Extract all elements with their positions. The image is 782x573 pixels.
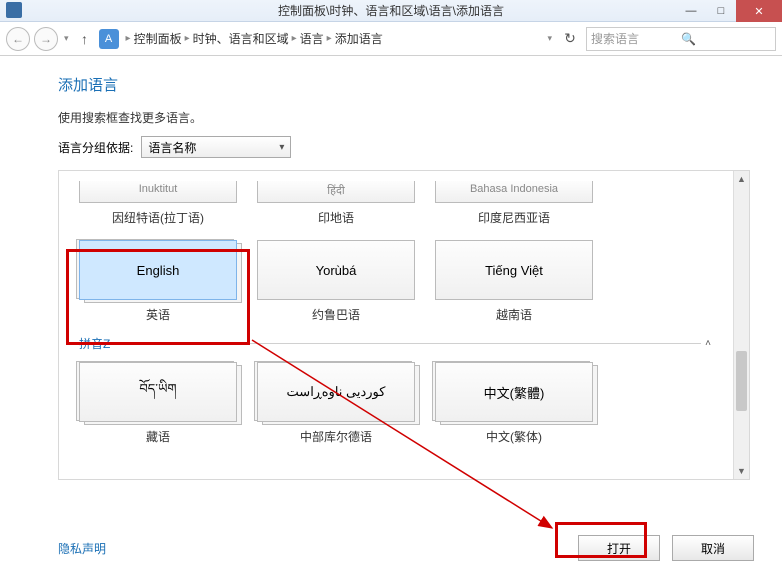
crumb-0[interactable]: 控制面板: [134, 30, 182, 47]
up-button[interactable]: ↑: [75, 29, 95, 49]
lang-tile-vietnamese[interactable]: Tiếng Việt 越南语: [435, 240, 593, 323]
lang-tile-inuktitut[interactable]: Inuktitut 因纽特语(拉丁语): [79, 181, 237, 226]
search-placeholder: 搜索语言: [591, 30, 681, 47]
section-toggle[interactable]: ˄: [701, 338, 715, 349]
close-button[interactable]: ✕: [736, 0, 782, 22]
cancel-button[interactable]: 取消: [672, 535, 754, 561]
scroll-up-icon[interactable]: ▲: [734, 171, 749, 187]
tile-native: Yorùbá: [257, 240, 415, 300]
open-button[interactable]: 打开: [578, 535, 660, 561]
breadcrumb[interactable]: ▸ 控制面板 ▸ 时钟、语言和区域 ▸ 语言 ▸ 添加语言: [123, 30, 542, 47]
tile-native: كوردیی ناوەڕاست: [257, 362, 415, 422]
section-z-label: 拼音Z: [79, 335, 110, 352]
titlebar: 控制面板\时钟、语言和区域\语言\添加语言 — □ ✕: [0, 0, 782, 22]
content: 添加语言 使用搜索框查找更多语言。 语言分组依据: 语言名称 Inuktitut…: [0, 56, 782, 480]
tile-label: 越南语: [496, 306, 532, 323]
lang-row-z: བོད་ཡིག 藏语 كوردیی ناوەڕاست 中部库尔德语 中文(繁體)…: [63, 356, 731, 453]
crumb-dropdown[interactable]: ▾: [545, 33, 554, 44]
tile-label: 中文(繁体): [486, 428, 542, 445]
language-list: Inuktitut 因纽特语(拉丁语) हिंदी 印地语 Bahasa Ind…: [58, 170, 750, 480]
crumb-2[interactable]: 语言: [300, 30, 324, 47]
group-row: 语言分组依据: 语言名称: [58, 136, 750, 158]
tile-label: 印度尼西亚语: [478, 209, 550, 226]
refresh-button[interactable]: ↻: [558, 30, 582, 47]
app-icon: [6, 2, 22, 18]
window-title: 控制面板\时钟、语言和区域\语言\添加语言: [278, 2, 504, 19]
tile-native: हिंदी: [257, 181, 415, 203]
lang-tile-tibetan[interactable]: བོད་ཡིག 藏语: [79, 362, 237, 445]
tile-label: 藏语: [146, 428, 170, 445]
group-label: 语言分组依据:: [58, 139, 133, 156]
lang-row-top: Inuktitut 因纽特语(拉丁语) हिंदी 印地语 Bahasa Ind…: [63, 175, 731, 234]
tile-native: Inuktitut: [79, 181, 237, 203]
maximize-button[interactable]: □: [706, 0, 736, 22]
lang-tile-english[interactable]: English 英语: [79, 240, 237, 323]
crumb-3[interactable]: 添加语言: [335, 30, 383, 47]
page-title: 添加语言: [58, 74, 750, 95]
tile-label: 印地语: [318, 209, 354, 226]
tile-native: 中文(繁體): [435, 362, 593, 422]
tile-native: Tiếng Việt: [435, 240, 593, 300]
search-input[interactable]: 搜索语言 🔍: [586, 27, 776, 51]
minimize-button[interactable]: —: [676, 0, 706, 22]
lang-tile-hindi[interactable]: हिंदी 印地语: [257, 181, 415, 226]
crumb-1[interactable]: 时钟、语言和区域: [193, 30, 289, 47]
tile-label: 英语: [146, 306, 170, 323]
lang-tile-indonesian[interactable]: Bahasa Indonesia 印度尼西亚语: [435, 181, 593, 226]
forward-button[interactable]: →: [34, 27, 58, 51]
location-icon: A: [99, 29, 119, 49]
tile-label: 中部库尔德语: [300, 428, 372, 445]
tip-text: 使用搜索框查找更多语言。: [58, 109, 750, 126]
scrollbar[interactable]: ▲ ▼: [733, 171, 749, 479]
tile-native: Bahasa Indonesia: [435, 181, 593, 203]
lang-tile-chinese-trad[interactable]: 中文(繁體) 中文(繁体): [435, 362, 593, 445]
privacy-link[interactable]: 隐私声明: [58, 540, 106, 557]
group-combo[interactable]: 语言名称: [141, 136, 291, 158]
tile-native: English: [79, 240, 237, 300]
back-button[interactable]: ←: [6, 27, 30, 51]
bottom-bar: 隐私声明 打开 取消: [58, 535, 754, 561]
lang-row-2: English 英语 Yorùbá 约鲁巴语 Tiếng Việt 越南语: [63, 234, 731, 331]
group-combo-value: 语言名称: [148, 139, 196, 156]
tile-native: བོད་ཡིག: [79, 362, 237, 422]
scroll-down-icon[interactable]: ▼: [734, 463, 749, 479]
lang-tile-yoruba[interactable]: Yorùbá 约鲁巴语: [257, 240, 415, 323]
section-z: 拼音Z ˄: [63, 331, 731, 356]
scroll-thumb[interactable]: [736, 351, 747, 411]
tile-label: 因纽特语(拉丁语): [112, 209, 204, 226]
history-dropdown[interactable]: ▾: [62, 33, 71, 44]
search-icon: 🔍: [681, 32, 771, 46]
navbar: ← → ▾ ↑ A ▸ 控制面板 ▸ 时钟、语言和区域 ▸ 语言 ▸ 添加语言 …: [0, 22, 782, 56]
tile-label: 约鲁巴语: [312, 306, 360, 323]
window-controls: — □ ✕: [676, 0, 782, 22]
lang-tile-kurdish[interactable]: كوردیی ناوەڕاست 中部库尔德语: [257, 362, 415, 445]
